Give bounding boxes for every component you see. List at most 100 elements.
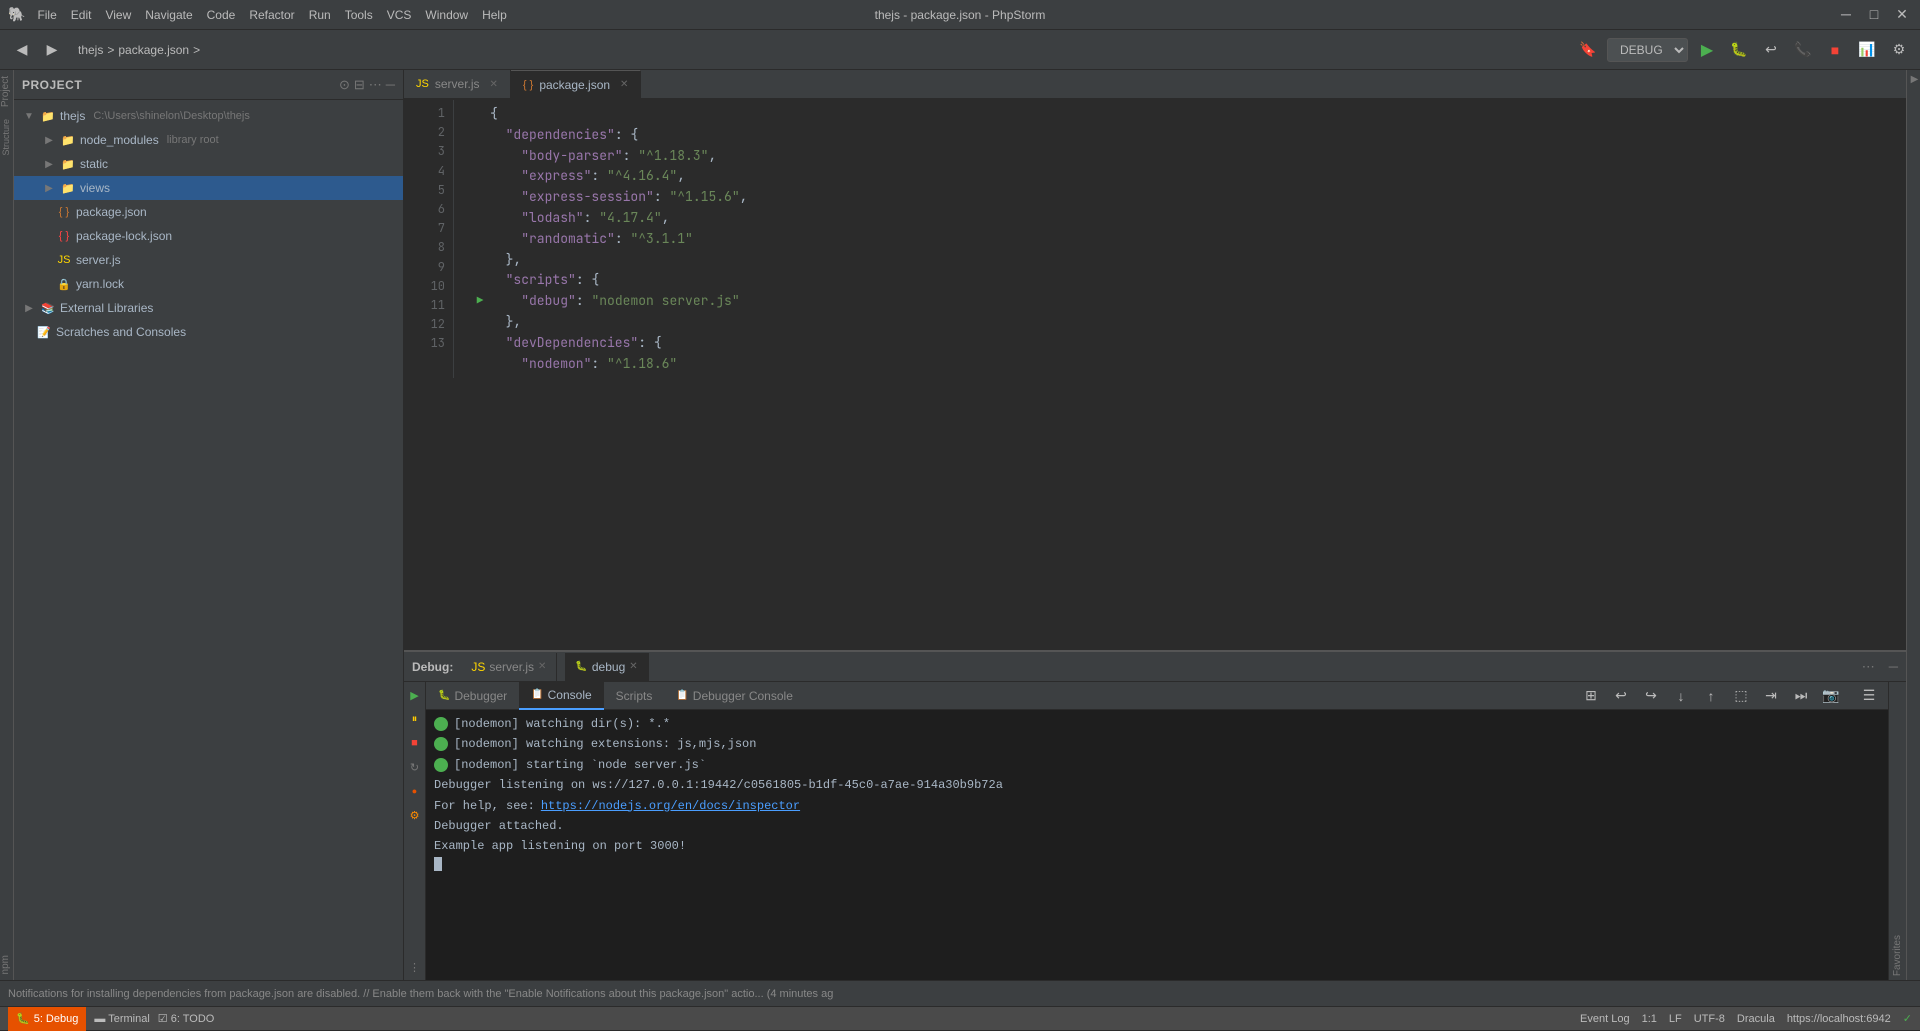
sidebar-header-icons[interactable]: ⊙ ⊟ ⋯ ─ <box>339 77 395 93</box>
npm-panel-label[interactable]: npm <box>0 949 13 980</box>
console-back-button[interactable]: ↩ <box>1608 683 1634 709</box>
console-down-button[interactable]: ↓ <box>1668 683 1694 709</box>
debug-pause-button[interactable]: ⏸ <box>406 710 424 728</box>
tab-close-server-js[interactable]: ✕ <box>490 79 498 90</box>
menu-refactor[interactable]: Refactor <box>249 8 294 22</box>
code-view: 1 2 3 4 5 6 7 8 9 10 11 12 13 <box>404 100 1906 378</box>
console-settings-button[interactable]: 📷 <box>1818 683 1844 709</box>
menu-help[interactable]: Help <box>482 8 507 22</box>
run-button[interactable]: ▶ <box>1694 37 1720 63</box>
debug-header-tab-debug[interactable]: 🐛 debug ✕ <box>565 653 648 681</box>
forward-button[interactable]: ▶ <box>38 36 66 64</box>
editor-content[interactable]: 1 2 3 4 5 6 7 8 9 10 11 12 13 <box>404 100 1906 650</box>
console-fwd-button[interactable]: ↪ <box>1638 683 1664 709</box>
minimize-panel-icon[interactable]: ─ <box>386 77 395 93</box>
tree-item-scratches[interactable]: 📝 Scratches and Consoles <box>14 320 403 344</box>
tree-item-views[interactable]: ▶ 📁 views <box>14 176 403 200</box>
window-controls[interactable]: ─ □ ✕ <box>1836 6 1912 23</box>
close-button[interactable]: ✕ <box>1892 6 1912 23</box>
debug-settings-button[interactable]: ⚙ <box>406 806 424 824</box>
bookmark-button[interactable]: 🔖 <box>1575 37 1601 63</box>
toolbar-coverage-button[interactable]: 📊 <box>1854 37 1880 63</box>
console-filter-button[interactable]: ⊞ <box>1578 683 1604 709</box>
debug-tab-close-server[interactable]: ✕ <box>538 661 546 672</box>
tab-package-json[interactable]: { } package.json ✕ <box>511 70 642 98</box>
debugger-console-content-tab[interactable]: 📋 Debugger Console <box>664 682 805 710</box>
debug-stop-button[interactable]: 🐛 <box>1726 37 1752 63</box>
event-log-label[interactable]: Event Log <box>1580 1013 1630 1025</box>
menu-tools[interactable]: Tools <box>345 8 373 22</box>
debug-resume-button[interactable]: ▶ <box>406 686 424 704</box>
menu-window[interactable]: Window <box>425 8 468 22</box>
debug-tab-close-debug[interactable]: ✕ <box>629 661 637 672</box>
minimize-button[interactable]: ─ <box>1836 6 1856 23</box>
menu-navigate[interactable]: Navigate <box>145 8 192 22</box>
debug-more-side-button[interactable]: ⋮ <box>406 958 424 976</box>
back-button[interactable]: ◀ <box>8 36 36 64</box>
tree-item-root[interactable]: ▼ 📁 thejs C:\Users\shinelon\Desktop\thej… <box>14 104 403 128</box>
debug-rerun-button[interactable]: ↻ <box>406 758 424 776</box>
title-bar-left: 🐘 File Edit View Navigate Code Refactor … <box>8 6 507 23</box>
code-line-9: "scripts": { <box>470 270 1906 291</box>
json-icon-lock: { } <box>56 228 72 244</box>
debug-config-select[interactable]: DEBUG <box>1607 38 1688 62</box>
toolbar-stop-all-button[interactable]: ■ <box>1822 37 1848 63</box>
breadcrumb-project[interactable]: thejs <box>78 43 103 57</box>
collapse-icon[interactable]: ⊟ <box>354 77 365 93</box>
debug-output-cursor-line[interactable] <box>434 857 1880 871</box>
console-grid-button[interactable]: ☰ <box>1856 683 1882 709</box>
console-skip2-button[interactable]: ⏭ <box>1788 683 1814 709</box>
code-text-6: "lodash": "4.17.4", <box>490 208 669 229</box>
console-skip-button[interactable]: ⇥ <box>1758 683 1784 709</box>
console-up-button[interactable]: ↑ <box>1698 683 1724 709</box>
run-gutter-10[interactable]: ▶ <box>470 293 490 311</box>
toolbar-right: 🔖 DEBUG ▶ 🐛 ↩ 📞 ■ 📊 ⚙ <box>1575 37 1912 63</box>
scripts-content-tab[interactable]: Scripts <box>604 682 665 710</box>
menu-vcs[interactable]: VCS <box>387 8 412 22</box>
menu-code[interactable]: Code <box>207 8 236 22</box>
debug-header-tab-server-js[interactable]: JS server.js ✕ <box>461 653 557 681</box>
debug-more-icon[interactable]: ⋯ <box>1862 659 1875 675</box>
tree-item-external-libs[interactable]: ▶ 📚 External Libraries <box>14 296 403 320</box>
debug-link[interactable]: https://nodejs.org/en/docs/inspector <box>541 796 800 816</box>
debug-icon-3 <box>434 758 448 772</box>
debug-stop-button[interactable]: ■ <box>406 734 424 752</box>
maximize-button[interactable]: □ <box>1864 6 1884 23</box>
right-panel-label[interactable]: ▶ <box>1907 70 1920 89</box>
menu-run[interactable]: Run <box>309 8 331 22</box>
console-toolbar-right: ⊞ ↩ ↪ ↓ ↑ ⬚ ⇥ ⏭ 📷 ☰ <box>1578 683 1888 709</box>
structure-panel-label[interactable]: Structure <box>0 113 13 162</box>
toolbar-profiler-button[interactable]: ⚙ <box>1886 37 1912 63</box>
tree-item-static[interactable]: ▶ 📁 static <box>14 152 403 176</box>
menu-edit[interactable]: Edit <box>71 8 92 22</box>
debug-pin-button[interactable]: ● <box>406 782 424 800</box>
tree-label-static: static <box>80 157 108 171</box>
code-line-12: "devDependencies": { <box>470 333 1906 354</box>
console-frame-button[interactable]: ⬚ <box>1728 683 1754 709</box>
locate-icon[interactable]: ⊙ <box>339 77 350 93</box>
tree-item-package-json[interactable]: { } package.json <box>14 200 403 224</box>
tree-item-node-modules[interactable]: ▶ 📁 node_modules library root <box>14 128 403 152</box>
tab-server-js[interactable]: JS server.js ✕ <box>404 70 511 98</box>
debug-output-line-3: [nodemon] starting `node server.js` <box>434 755 1880 775</box>
debug-minimize-icon[interactable]: ─ <box>1889 659 1898 674</box>
debugger-content-tab[interactable]: 🐛 Debugger <box>426 682 519 710</box>
toolbar-restart-button[interactable]: ↩ <box>1758 37 1784 63</box>
menu-file[interactable]: File <box>37 8 56 22</box>
menu-bar[interactable]: File Edit View Navigate Code Refactor Ru… <box>37 8 506 22</box>
todo-status[interactable]: ☑ 6: TODO <box>158 1012 215 1025</box>
tree-item-yarn-lock[interactable]: 🔒 yarn.lock <box>14 272 403 296</box>
breadcrumb-file[interactable]: package.json <box>118 43 189 57</box>
tree-item-package-lock[interactable]: { } package-lock.json <box>14 224 403 248</box>
tree-item-server-js[interactable]: JS server.js <box>14 248 403 272</box>
console-content-tab[interactable]: 📋 Console <box>519 682 603 710</box>
debug-panel-header: Debug: JS server.js ✕ 🐛 debug ✕ ⋯ ─ <box>404 652 1906 682</box>
tab-label-package-json: package.json <box>539 78 610 92</box>
toolbar-phone-button[interactable]: 📞 <box>1790 37 1816 63</box>
project-panel-label[interactable]: Project <box>0 70 13 113</box>
terminal-status[interactable]: ▬ Terminal <box>94 1013 149 1025</box>
more-icon[interactable]: ⋯ <box>369 77 382 93</box>
debug-status-button[interactable]: 🐛 5: Debug <box>8 1007 86 1031</box>
tab-close-package-json[interactable]: ✕ <box>620 79 628 90</box>
menu-view[interactable]: View <box>105 8 131 22</box>
